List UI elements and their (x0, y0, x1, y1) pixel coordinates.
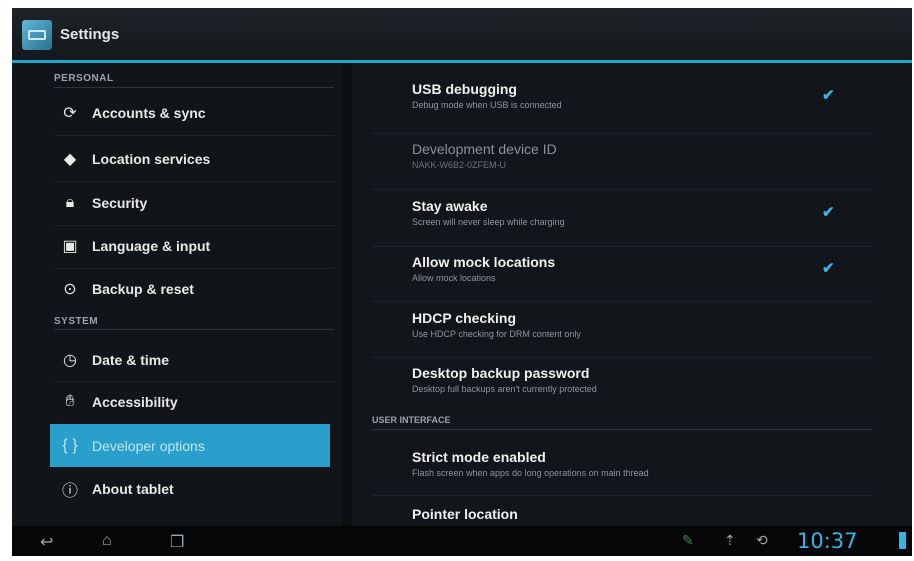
android-screen: Settings PERSONAL ⟳ Accounts & sync ◆ Lo… (12, 8, 912, 556)
page-title: Settings (60, 26, 120, 43)
status-clock: 10:37 (797, 529, 858, 553)
sidebar-item-backup-reset[interactable]: ⊙ Backup & reset (50, 268, 330, 310)
list-divider (372, 301, 872, 302)
language-icon: ▣ (62, 238, 78, 255)
pref-desktop-backup-password[interactable]: Desktop backup password Desktop full bac… (412, 365, 872, 394)
sidebar-item-label: Developer options (92, 437, 205, 454)
sidebar-item-location-services[interactable]: ◆ Location services (50, 138, 330, 180)
lock-icon: 🔒︎ (65, 194, 75, 211)
system-navigation-bar: ↩ ⌂ ❐ ✎ ⇡ ⟲ 10:37 (12, 526, 912, 556)
hand-icon: ✋︎ (65, 393, 75, 410)
pref-title: Allow mock locations (412, 254, 556, 270)
usb-icon: ⇡ (724, 532, 736, 548)
sidebar-item-about-tablet[interactable]: ⓘ About tablet (50, 468, 330, 510)
pref-summary: Use HDCP checking for DRM content only (412, 329, 581, 339)
pref-summary: Allow mock locations (412, 273, 496, 283)
sidebar-item-label: Language & input (92, 238, 211, 254)
battery-icon (899, 532, 906, 549)
list-divider (54, 135, 334, 136)
location-icon: ◆ (63, 151, 77, 168)
sidebar-item-language-input[interactable]: ▣ Language & input (50, 225, 330, 267)
pref-title: HDCP checking (412, 310, 516, 326)
checkbox-allow-mock-locations[interactable]: ✔ (822, 259, 838, 277)
pref-strict-mode-enabled[interactable]: Strict mode enabled Flash screen when ap… (412, 449, 872, 478)
pref-title: Strict mode enabled (412, 449, 546, 465)
pref-stay-awake[interactable]: Stay awake Screen will never sleep while… (412, 198, 872, 227)
pref-usb-debugging[interactable]: USB debugging Debug mode when USB is con… (412, 81, 872, 110)
section-header-personal: PERSONAL (54, 73, 114, 84)
clock-icon: ◷ (63, 352, 77, 369)
sidebar-item-label: Location services (92, 151, 211, 167)
section-divider (372, 429, 872, 430)
pref-title: Desktop backup password (412, 365, 590, 381)
pref-summary: Debug mode when USB is connected (412, 100, 562, 110)
braces-icon: { } (62, 436, 78, 454)
sidebar-item-label: Security (92, 195, 148, 211)
sync-icon: ⟳ (63, 105, 77, 122)
list-divider (372, 133, 872, 134)
recents-icon[interactable]: ❐ (170, 532, 184, 552)
pref-title: Development device ID (412, 141, 557, 157)
pref-allow-mock-locations[interactable]: Allow mock locations Allow mock location… (412, 254, 872, 283)
list-divider (372, 495, 872, 496)
section-divider (54, 87, 334, 88)
list-divider (372, 357, 872, 358)
backup-icon: ⊙ (63, 281, 77, 298)
pref-title: Pointer location (412, 506, 518, 522)
sidebar-item-developer-options[interactable]: { } Developer options (50, 424, 330, 467)
pref-summary: Screen will never sleep while charging (412, 217, 565, 227)
settings-icon[interactable] (22, 20, 52, 50)
back-icon[interactable]: ↩ (40, 532, 53, 552)
info-icon: ⓘ (61, 483, 78, 500)
section-divider (54, 329, 334, 330)
pref-title: Stay awake (412, 198, 488, 214)
checkbox-usb-debugging[interactable]: ✔ (822, 86, 838, 104)
sync-status-icon: ⟲ (756, 532, 768, 548)
sidebar-item-label: Accessibility (92, 394, 178, 410)
sidebar-item-security[interactable]: 🔒︎ Security (50, 182, 330, 224)
pref-summary: Flash screen when apps do long operation… (412, 468, 649, 478)
sidebar-item-date-time[interactable]: ◷ Date & time (50, 339, 330, 381)
pref-summary: Desktop full backups aren't currently pr… (412, 384, 597, 394)
sidebar-item-label: Accounts & sync (92, 105, 206, 121)
list-divider (372, 246, 872, 247)
debug-icon: ✎ (682, 532, 694, 548)
sidebar-item-accounts-sync[interactable]: ⟳ Accounts & sync (50, 92, 330, 134)
pref-development-device-id: Development device ID NAKK-W6B2-0ZFEM-U (412, 141, 872, 170)
pref-hdcp-checking[interactable]: HDCP checking Use HDCP checking for DRM … (412, 310, 872, 339)
section-header-user-interface: USER INTERFACE (372, 415, 451, 425)
checkbox-stay-awake[interactable]: ✔ (822, 203, 838, 221)
action-bar: Settings (12, 8, 912, 63)
sidebar-item-accessibility[interactable]: ✋︎ Accessibility (50, 381, 330, 423)
home-icon[interactable]: ⌂ (102, 532, 112, 550)
pref-title: USB debugging (412, 81, 517, 97)
developer-options-pane: USB debugging Debug mode when USB is con… (352, 63, 912, 526)
settings-sidebar: PERSONAL ⟳ Accounts & sync ◆ Location se… (12, 63, 342, 526)
sidebar-item-label: About tablet (92, 481, 174, 497)
pref-pointer-location[interactable]: Pointer location (412, 506, 872, 522)
list-divider (372, 189, 872, 190)
pref-summary: NAKK-W6B2-0ZFEM-U (412, 160, 507, 170)
sidebar-item-label: Date & time (92, 352, 170, 368)
section-header-system: SYSTEM (54, 316, 99, 327)
sidebar-item-label: Backup & reset (92, 281, 194, 297)
